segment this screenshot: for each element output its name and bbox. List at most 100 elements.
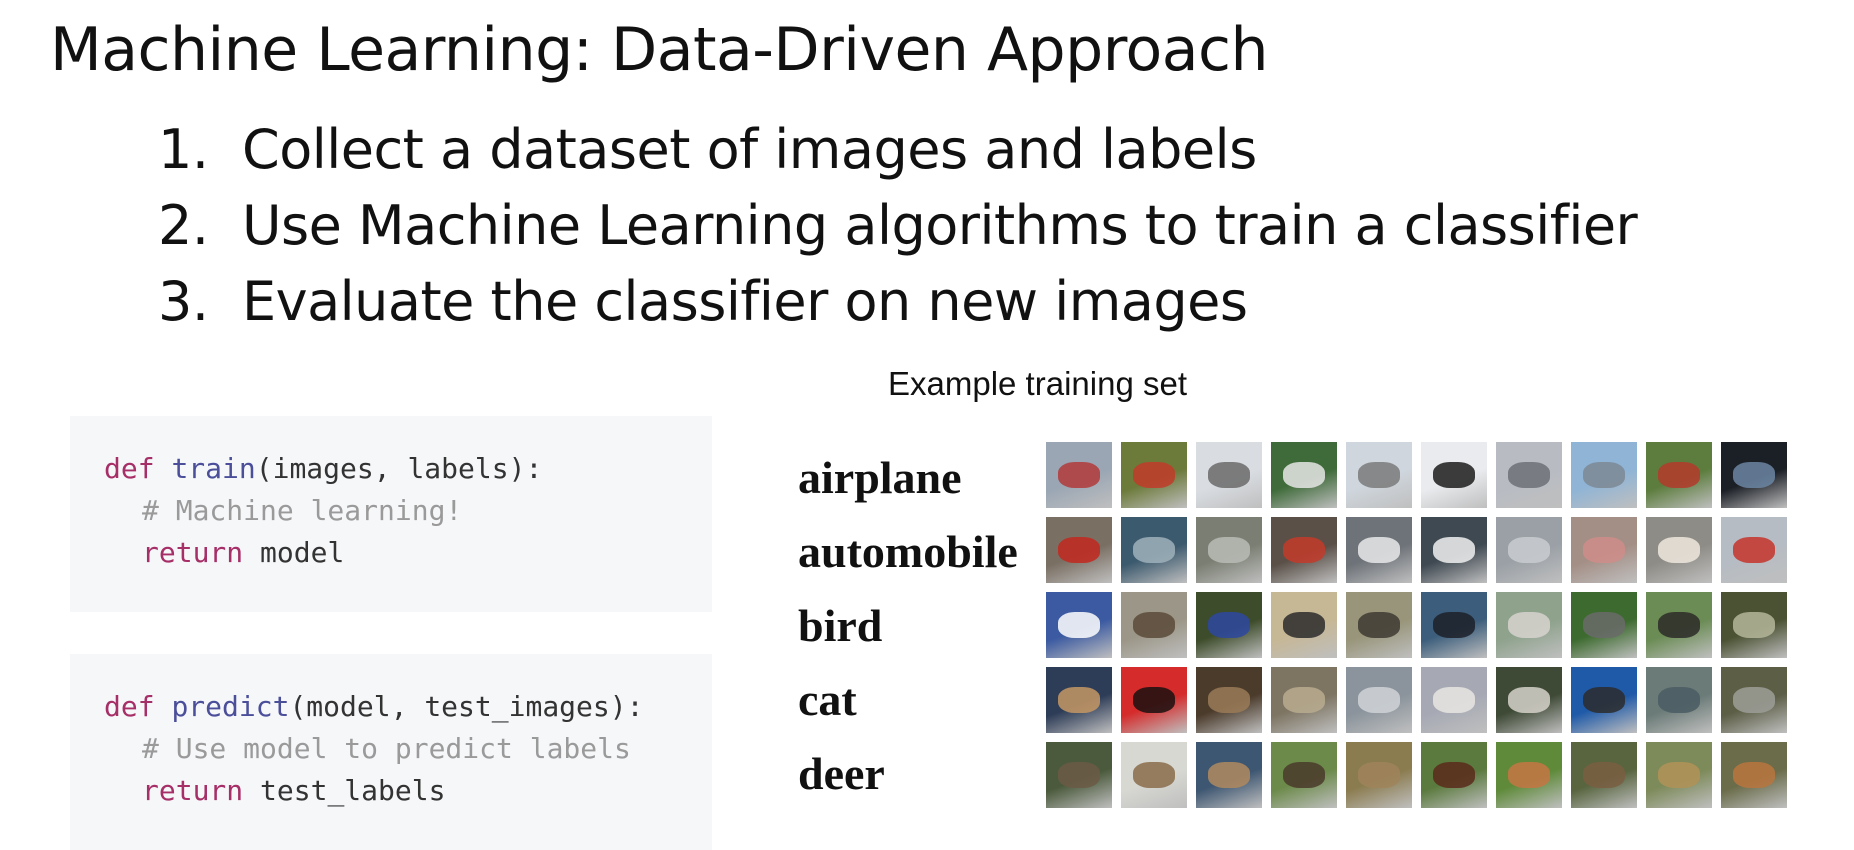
thumbnail-subject — [1357, 536, 1401, 564]
step-list: 1. Collect a dataset of images and label… — [158, 112, 1638, 340]
step-item: 2. Use Machine Learning algorithms to tr… — [158, 188, 1638, 264]
training-thumbnail-airplane — [1571, 442, 1637, 508]
thumbnail-subject — [1432, 611, 1476, 639]
step-number: 3. — [158, 270, 209, 333]
train-code-block: def train(images, labels): # Machine lea… — [70, 416, 712, 612]
thumbnail-subject — [1207, 686, 1251, 714]
training-set-caption: Example training set — [888, 365, 1187, 402]
thumbnail-subject — [1057, 686, 1101, 714]
step-number: 2. — [158, 194, 209, 257]
code-line-comment: # Machine learning! — [142, 492, 462, 530]
class-label-bird: bird — [798, 600, 883, 651]
thumbnail-subject — [1207, 611, 1251, 639]
thumbnail-subject — [1657, 761, 1701, 789]
class-label-airplane: airplane — [798, 452, 962, 503]
training-image-grid — [1046, 442, 1787, 808]
thumbnail-subject — [1282, 611, 1326, 639]
training-thumbnail-cat — [1196, 667, 1262, 733]
training-thumbnail-deer — [1346, 742, 1412, 808]
training-thumbnail-airplane — [1421, 442, 1487, 508]
class-label-cat: cat — [798, 674, 857, 725]
training-thumbnail-automobile — [1496, 517, 1562, 583]
training-thumbnail-automobile — [1646, 517, 1712, 583]
code-function-name: predict — [171, 690, 290, 723]
step-item: 3. Evaluate the classifier on new images — [158, 264, 1637, 340]
training-thumbnail-cat — [1121, 667, 1187, 733]
class-label-deer: deer — [798, 748, 885, 799]
code-line-signature: def train(images, labels): — [104, 450, 542, 488]
code-function-name: train — [171, 452, 256, 485]
thumbnail-subject — [1357, 611, 1401, 639]
training-thumbnail-automobile — [1046, 517, 1112, 583]
code-keyword-def: def — [104, 452, 155, 485]
thumbnail-subject — [1657, 461, 1701, 489]
training-thumbnail-deer — [1196, 742, 1262, 808]
training-thumbnail-bird — [1496, 592, 1562, 658]
training-thumbnail-airplane — [1046, 442, 1112, 508]
thumbnail-subject — [1432, 761, 1476, 789]
thumbnail-subject — [1282, 686, 1326, 714]
thumbnail-subject — [1207, 761, 1251, 789]
step-text: Use Machine Learning algorithms to train… — [242, 194, 1638, 257]
code-line-signature: def predict(model, test_images): — [104, 688, 643, 726]
thumbnail-subject — [1507, 761, 1551, 789]
training-thumbnail-deer — [1046, 742, 1112, 808]
thumbnail-subject — [1207, 461, 1251, 489]
training-thumbnail-automobile — [1121, 517, 1187, 583]
training-thumbnail-automobile — [1721, 517, 1787, 583]
thumbnail-subject — [1657, 536, 1701, 564]
training-thumbnail-automobile — [1271, 517, 1337, 583]
training-thumbnail-bird — [1646, 592, 1712, 658]
training-thumbnail-airplane — [1121, 442, 1187, 508]
training-thumbnail-automobile — [1421, 517, 1487, 583]
thumbnail-subject — [1432, 461, 1476, 489]
training-thumbnail-deer — [1571, 742, 1637, 808]
training-thumbnail-bird — [1121, 592, 1187, 658]
slide-title: Machine Learning: Data-Driven Approach — [50, 15, 1269, 85]
training-thumbnail-deer — [1121, 742, 1187, 808]
training-thumbnail-cat — [1046, 667, 1112, 733]
thumbnail-subject — [1357, 761, 1401, 789]
training-thumbnail-automobile — [1346, 517, 1412, 583]
thumbnail-subject — [1432, 686, 1476, 714]
training-thumbnail-bird — [1571, 592, 1637, 658]
thumbnail-subject — [1582, 686, 1626, 714]
training-thumbnail-bird — [1421, 592, 1487, 658]
thumbnail-subject — [1282, 461, 1326, 489]
code-keyword-return: return — [142, 774, 244, 807]
training-thumbnail-airplane — [1196, 442, 1262, 508]
thumbnail-subject — [1357, 461, 1401, 489]
thumbnail-subject — [1582, 536, 1626, 564]
training-thumbnail-bird — [1046, 592, 1112, 658]
training-thumbnail-deer — [1721, 742, 1787, 808]
predict-code-block: def predict(model, test_images): # Use m… — [70, 654, 712, 850]
thumbnail-subject — [1732, 686, 1776, 714]
thumbnail-subject — [1057, 536, 1101, 564]
code-line-return: return model — [142, 534, 344, 572]
thumbnail-subject — [1507, 461, 1551, 489]
code-return-value: test_labels — [243, 774, 446, 807]
training-thumbnail-cat — [1571, 667, 1637, 733]
thumbnail-subject — [1657, 686, 1701, 714]
training-thumbnail-airplane — [1346, 442, 1412, 508]
class-label-automobile: automobile — [798, 526, 1018, 577]
code-arguments: (images, labels): — [255, 452, 543, 485]
training-thumbnail-cat — [1721, 667, 1787, 733]
code-keyword-def: def — [104, 690, 155, 723]
training-thumbnail-deer — [1496, 742, 1562, 808]
thumbnail-subject — [1057, 761, 1101, 789]
step-number: 1. — [158, 118, 209, 181]
thumbnail-subject — [1732, 461, 1776, 489]
thumbnail-subject — [1507, 686, 1551, 714]
code-line-comment: # Use model to predict labels — [142, 730, 631, 768]
training-thumbnail-deer — [1646, 742, 1712, 808]
training-thumbnail-cat — [1421, 667, 1487, 733]
thumbnail-subject — [1132, 536, 1176, 564]
step-item: 1. Collect a dataset of images and label… — [158, 112, 1637, 188]
thumbnail-subject — [1282, 536, 1326, 564]
thumbnail-subject — [1357, 686, 1401, 714]
training-thumbnail-bird — [1271, 592, 1337, 658]
thumbnail-subject — [1057, 611, 1101, 639]
thumbnail-subject — [1657, 611, 1701, 639]
thumbnail-subject — [1207, 536, 1251, 564]
